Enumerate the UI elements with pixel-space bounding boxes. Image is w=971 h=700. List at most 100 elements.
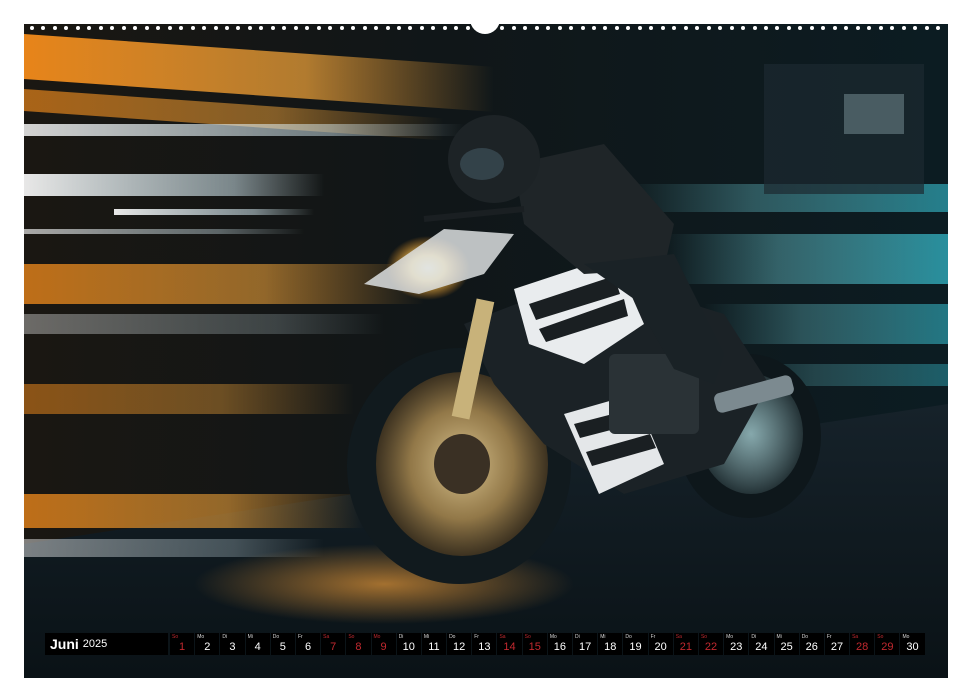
month-name: Juni <box>50 636 79 652</box>
binding-hole <box>167 26 172 30</box>
binding-hole <box>534 26 539 30</box>
day-cell: Mo 2 <box>195 633 220 655</box>
binding-hole <box>75 26 80 30</box>
day-number: 25 <box>780 641 793 653</box>
weekday-label: Fr <box>297 634 303 640</box>
day-number: 12 <box>453 641 466 653</box>
binding-hole <box>614 26 619 30</box>
day-cell: Mi 4 <box>245 633 270 655</box>
day-number: 5 <box>279 641 286 653</box>
day-cell: Sa 28 <box>850 633 875 655</box>
binding-hole <box>649 26 654 30</box>
day-cell: Sa 14 <box>497 633 522 655</box>
binding-hole <box>809 26 814 30</box>
binding-hole <box>706 26 711 30</box>
binding-hole <box>133 26 138 30</box>
binding-hole <box>190 26 195 30</box>
weekday-label: Sa <box>852 634 859 640</box>
binding-hole <box>695 26 700 30</box>
day-cell: Do 12 <box>447 633 472 655</box>
binding-hole <box>523 26 528 30</box>
day-cell: Sa 7 <box>321 633 346 655</box>
month-label: Juni 2025 <box>45 633 168 655</box>
weekday-label: Do <box>272 634 280 640</box>
binding-hole <box>98 26 103 30</box>
day-number: 20 <box>654 641 667 653</box>
day-number: 24 <box>755 641 768 653</box>
day-cell: Mi 18 <box>598 633 623 655</box>
day-cell: Fr 27 <box>824 633 850 655</box>
binding-hole <box>878 26 883 30</box>
day-cell: So 29 <box>875 633 900 655</box>
binding-hole <box>397 26 401 30</box>
weekday-label: So <box>524 634 531 640</box>
weekday-label: Sa <box>499 634 506 640</box>
day-cell: Mo 23 <box>724 633 749 655</box>
weekday-label: Do <box>449 634 456 640</box>
motorcycle-illustration <box>24 24 948 678</box>
weekday-label: Mo <box>549 634 557 640</box>
day-cell: Do 5 <box>270 633 295 655</box>
binding-hole <box>236 26 241 30</box>
motorcycle-photo <box>24 24 948 678</box>
day-number: 14 <box>503 641 516 653</box>
day-number: 22 <box>704 641 718 653</box>
binding-hole <box>374 26 379 30</box>
day-cell: Mo 16 <box>547 633 572 655</box>
weekday-label: Mi <box>423 634 430 640</box>
day-number: 7 <box>330 641 337 653</box>
day-number: 11 <box>428 641 440 653</box>
binding-hole <box>855 26 860 30</box>
day-cell: Di 17 <box>573 633 598 655</box>
day-number: 9 <box>380 641 387 653</box>
binding-hole <box>683 26 688 30</box>
weekday-label: Fr <box>650 634 656 640</box>
binding-hole <box>156 26 161 30</box>
day-number: 28 <box>856 641 869 653</box>
weekday-label: Mo <box>197 634 205 640</box>
binding-hole <box>282 26 287 30</box>
binding-hole <box>408 26 413 30</box>
binding-hole <box>385 26 390 30</box>
day-cell: Di 3 <box>220 633 245 655</box>
day-cell: So 1 <box>170 633 195 655</box>
day-number: 19 <box>629 641 642 653</box>
day-number: 18 <box>604 641 617 653</box>
binding-hole <box>259 26 264 30</box>
calendar-page: Juni 2025 So 1 Mo 2 Di 3 Mi 4 Do 5 Fr 6 Sa 7 So 8 Mo 9 Di 1… <box>0 0 971 700</box>
day-cell: So 8 <box>346 633 371 655</box>
binding-hole <box>786 26 791 30</box>
binding-hole <box>247 26 252 30</box>
day-cell: Mi 11 <box>421 633 447 655</box>
binding-hole <box>569 26 574 30</box>
weekday-label: So <box>700 634 708 640</box>
binding-hole <box>202 26 207 30</box>
binding-hole <box>442 26 447 30</box>
weekday-label: Di <box>751 634 757 640</box>
weekday-label: Fr <box>474 634 479 640</box>
binding-hole <box>144 26 149 30</box>
binding-hole <box>936 26 941 30</box>
day-cell: Mi 25 <box>774 633 799 655</box>
binding-hole <box>87 26 92 30</box>
day-cell: Di 10 <box>396 633 421 655</box>
day-number: 15 <box>528 641 541 653</box>
day-cell: Mo 30 <box>900 633 925 655</box>
binding-hole <box>798 26 803 30</box>
day-number: 8 <box>355 641 362 653</box>
day-number: 17 <box>578 641 592 653</box>
weekday-label: Di <box>398 634 404 640</box>
weekday-label: Mi <box>600 634 606 640</box>
binding-hole <box>511 26 516 30</box>
binding-hole <box>362 26 367 30</box>
weekday-label: Do <box>625 634 632 640</box>
binding-hole <box>30 26 34 30</box>
day-number: 3 <box>229 641 236 653</box>
day-number: 1 <box>179 641 186 653</box>
weekday-label: Mo <box>373 634 381 640</box>
binding-hole <box>305 26 310 30</box>
binding-hole <box>913 26 918 30</box>
day-cell: So 22 <box>698 633 724 655</box>
binding-hole <box>832 26 837 30</box>
binding-hole <box>546 26 551 30</box>
